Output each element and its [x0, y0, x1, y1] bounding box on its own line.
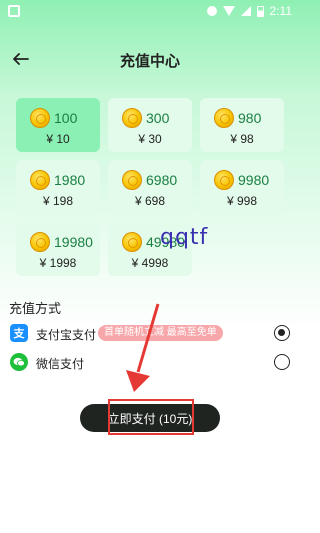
package-card[interactable]: 9980 ¥ 998 [200, 160, 284, 214]
alipay-label: 支付宝支付 [36, 328, 97, 342]
package-amount: 1980 [54, 172, 86, 188]
package-price: ¥ 10 [46, 132, 70, 146]
payment-option-wechat[interactable]: 微信支付 [0, 351, 300, 375]
payment-option-alipay[interactable]: 支 支付宝支付 首单随机立减 最高至免单 [0, 322, 300, 346]
package-price: ¥ 1998 [39, 256, 77, 270]
package-price: ¥ 4998 [131, 256, 169, 270]
package-price: ¥ 698 [134, 194, 166, 208]
coin-icon [122, 232, 142, 252]
package-amount: 980 [238, 110, 262, 126]
package-card[interactable]: 300 ¥ 30 [108, 98, 192, 152]
status-time: 2:11 [269, 4, 292, 18]
package-price: ¥ 98 [230, 132, 254, 146]
coin-icon [30, 232, 50, 252]
watermark-text: qqtf [160, 225, 209, 250]
coin-icon [214, 108, 234, 128]
alipay-icon: 支 [10, 324, 28, 342]
package-card[interactable]: 100 ¥ 10 [16, 98, 100, 152]
page-title: 充值中心 [119, 53, 180, 70]
status-bar: 2:11 [0, 0, 300, 22]
battery-icon [256, 5, 264, 17]
package-amount: 9980 [238, 172, 270, 188]
package-card[interactable]: 980 ¥ 98 [200, 98, 284, 152]
signal-icon [240, 6, 251, 16]
notification-icon [8, 5, 20, 17]
package-card[interactable]: 6980 ¥ 698 [108, 160, 192, 214]
status-icons: 2:11 [206, 4, 292, 18]
package-card[interactable]: 19980 ¥ 1998 [16, 222, 100, 276]
wechat-radio[interactable] [274, 354, 290, 370]
coin-icon [122, 170, 142, 190]
package-price: ¥ 198 [42, 194, 74, 208]
do-not-disturb-icon [206, 6, 217, 16]
payment-section-title: 充值方式 [9, 301, 62, 316]
package-price: ¥ 30 [138, 132, 162, 146]
coin-icon [30, 108, 50, 128]
wechat-icon [10, 353, 28, 371]
package-amount: 6980 [146, 172, 178, 188]
package-amount: 100 [54, 110, 78, 126]
wechat-bubbles-icon [13, 357, 25, 367]
package-grid: 100 ¥ 10 300 ¥ 30 980 ¥ 98 1980 ¥ 198 6980 ¥ 698 9… [16, 98, 284, 276]
alipay-radio[interactable] [274, 325, 290, 341]
header: 充值中心 [0, 44, 300, 74]
package-price: ¥ 998 [226, 194, 258, 208]
promo-badge: 首单随机立减 最高至免单 [98, 325, 223, 341]
wechat-label: 微信支付 [36, 357, 85, 371]
wifi-icon [222, 6, 235, 16]
pay-now-button[interactable]: 立即支付 (10元) [80, 404, 220, 432]
package-amount: 300 [146, 110, 170, 126]
coin-icon [122, 108, 142, 128]
package-amount: 19980 [54, 234, 93, 250]
coin-icon [30, 170, 50, 190]
package-card[interactable]: 1980 ¥ 198 [16, 160, 100, 214]
coin-icon [214, 170, 234, 190]
